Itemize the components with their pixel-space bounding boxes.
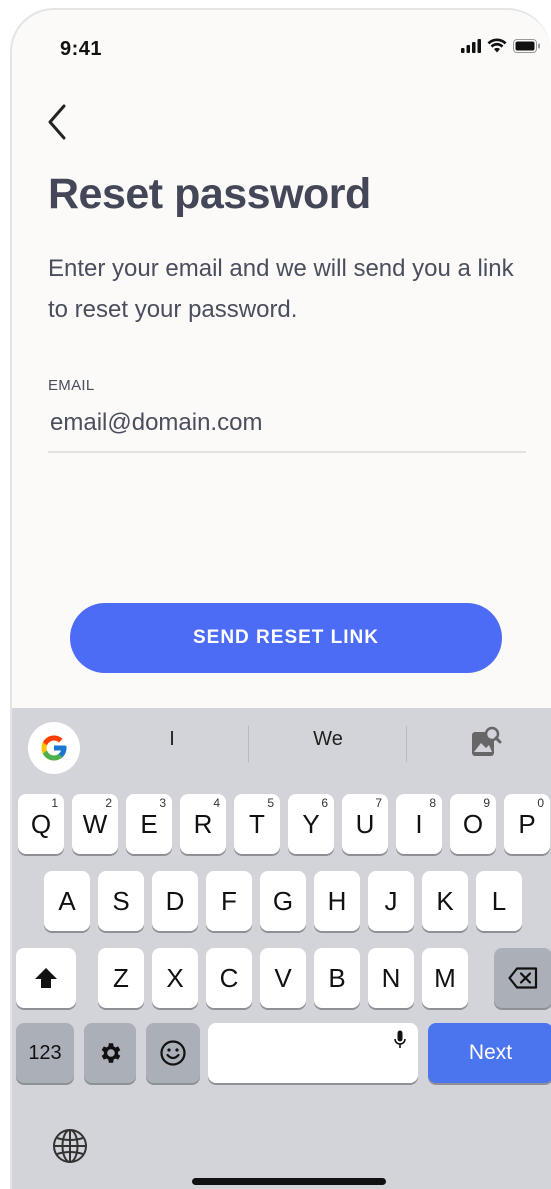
- key-w[interactable]: W2: [72, 794, 118, 854]
- onscreen-keyboard: I We Q1 W2 E3 R4 T5 Y6 U7 I8 O9 P0 A S D…: [12, 708, 551, 1189]
- suggestion-1[interactable]: I: [142, 728, 202, 751]
- space-key[interactable]: [208, 1023, 418, 1083]
- settings-key[interactable]: [84, 1023, 136, 1083]
- globe-icon: [53, 1129, 87, 1163]
- status-icons: [461, 38, 541, 53]
- wifi-icon: [487, 38, 507, 53]
- page-description: Enter your email and we will send you a …: [48, 255, 514, 323]
- key-q[interactable]: Q1: [18, 794, 64, 854]
- page-title: Reset password: [48, 170, 371, 218]
- key-hint: 9: [483, 796, 490, 810]
- key-label: U: [355, 808, 375, 839]
- key-c[interactable]: C: [206, 948, 252, 1008]
- key-u[interactable]: U7: [342, 794, 388, 854]
- key-n[interactable]: N: [368, 948, 414, 1008]
- key-j[interactable]: J: [368, 871, 414, 931]
- key-hint: 6: [321, 796, 328, 810]
- key-m[interactable]: M: [422, 948, 468, 1008]
- key-label: P: [518, 808, 536, 839]
- send-reset-link-button[interactable]: SEND RESET LINK: [70, 603, 502, 673]
- key-hint: 8: [429, 796, 436, 810]
- emoji-icon: [160, 1040, 186, 1066]
- key-t[interactable]: T5: [234, 794, 280, 854]
- numbers-key[interactable]: 123: [16, 1023, 74, 1083]
- key-k[interactable]: K: [422, 871, 468, 931]
- backspace-icon: [508, 967, 538, 989]
- key-i[interactable]: I8: [396, 794, 442, 854]
- key-r[interactable]: R4: [180, 794, 226, 854]
- suggestion-2[interactable]: We: [298, 728, 358, 751]
- key-hint: 3: [159, 796, 166, 810]
- key-hint: 1: [51, 796, 58, 810]
- key-h[interactable]: H: [314, 871, 360, 931]
- email-label: EMAIL: [48, 377, 95, 394]
- shift-icon: [35, 968, 57, 988]
- backspace-key[interactable]: [494, 948, 551, 1008]
- key-e[interactable]: E3: [126, 794, 172, 854]
- key-label: Y: [302, 808, 320, 839]
- google-button[interactable]: [28, 722, 80, 774]
- next-key[interactable]: Next: [428, 1023, 551, 1083]
- key-label: R: [193, 808, 213, 839]
- chevron-left-icon: [48, 104, 66, 140]
- image-search-icon: [472, 726, 502, 756]
- key-label: O: [462, 808, 484, 839]
- microphone-icon: [394, 1030, 406, 1048]
- globe-button[interactable]: [52, 1128, 88, 1169]
- image-search-button[interactable]: [470, 726, 502, 765]
- phone-screen: 9:41 Reset password Enter your email and…: [10, 8, 551, 1189]
- email-field[interactable]: [48, 403, 526, 453]
- key-s[interactable]: S: [98, 871, 144, 931]
- home-indicator: [192, 1178, 386, 1185]
- key-hint: 2: [105, 796, 112, 810]
- key-v[interactable]: V: [260, 948, 306, 1008]
- gear-icon: [101, 1043, 121, 1063]
- key-p[interactable]: P0: [504, 794, 550, 854]
- key-label: I: [415, 808, 423, 839]
- key-label: E: [140, 808, 158, 839]
- key-label: Q: [30, 808, 52, 839]
- key-hint: 7: [375, 796, 382, 810]
- back-button[interactable]: [42, 102, 72, 142]
- key-f[interactable]: F: [206, 871, 252, 931]
- shift-key[interactable]: [16, 948, 76, 1008]
- suggestion-divider: [406, 726, 407, 762]
- key-label: W: [82, 808, 108, 839]
- key-z[interactable]: Z: [98, 948, 144, 1008]
- emoji-key[interactable]: [146, 1023, 200, 1083]
- key-d[interactable]: D: [152, 871, 198, 931]
- key-o[interactable]: O9: [450, 794, 496, 854]
- key-y[interactable]: Y6: [288, 794, 334, 854]
- suggestion-bar: I We: [12, 708, 551, 782]
- key-hint: 0: [537, 796, 544, 810]
- key-label: T: [249, 808, 265, 839]
- key-a[interactable]: A: [44, 871, 90, 931]
- key-x[interactable]: X: [152, 948, 198, 1008]
- key-l[interactable]: L: [476, 871, 522, 931]
- suggestion-divider: [248, 726, 249, 762]
- status-time: 9:41: [60, 38, 103, 60]
- key-b[interactable]: B: [314, 948, 360, 1008]
- cellular-signal-icon: [461, 38, 481, 53]
- key-g[interactable]: G: [260, 871, 306, 931]
- google-g-icon: [41, 735, 67, 761]
- key-hint: 5: [267, 796, 274, 810]
- battery-icon: [513, 38, 540, 53]
- key-hint: 4: [213, 796, 220, 810]
